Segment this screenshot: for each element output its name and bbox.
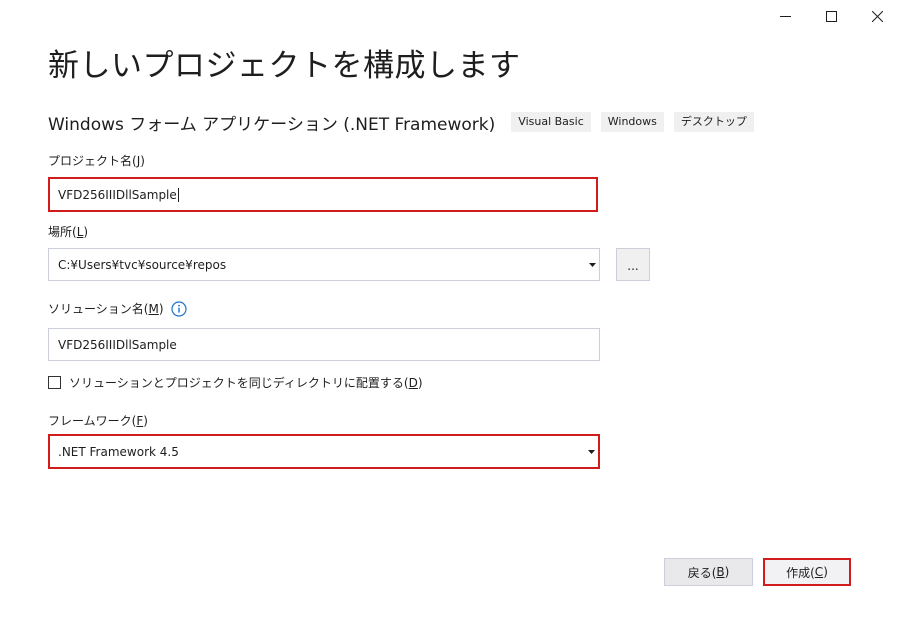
tag-windows: Windows [600,112,664,132]
same-directory-label: ソリューションとプロジェクトを同じディレクトリに配置する(D) [69,376,423,390]
location-label: 場所(L) [48,224,89,240]
framework-label: フレームワーク(F) [48,413,148,429]
maximize-button[interactable] [808,0,854,32]
location-dropdown-button[interactable] [585,249,599,280]
same-directory-checkbox[interactable] [48,376,61,389]
framework-select[interactable]: .NET Framework 4.5 [48,434,600,469]
minimize-icon [779,15,791,17]
minimize-button[interactable] [762,0,808,32]
project-name-input[interactable]: VFD256IIIDllSample [48,177,598,212]
text-caret [177,187,179,202]
back-button[interactable]: 戻る(B) [664,558,753,586]
create-button[interactable]: 作成(C) [763,558,851,586]
same-directory-option[interactable]: ソリューションとプロジェクトを同じディレクトリに配置する(D) [48,374,423,391]
solution-name-input[interactable]: VFD256IIIDllSample [48,328,600,361]
close-button[interactable] [854,0,900,32]
page-title: 新しいプロジェクトを構成します [48,48,521,84]
template-name: Windows フォーム アプリケーション (.NET Framework) [48,114,496,135]
solution-name-label: ソリューション名(M) [48,300,187,317]
browse-button[interactable]: ... [616,248,650,281]
template-info: Windows フォーム アプリケーション (.NET Framework) V… [48,110,764,135]
window-controls [762,0,900,32]
framework-dropdown-button[interactable] [584,436,598,467]
tag-desktop: デスクトップ [673,112,754,132]
tag-visual-basic: Visual Basic [511,112,591,132]
chevron-down-icon [588,262,596,267]
maximize-icon [825,10,837,22]
close-icon [871,10,883,22]
chevron-down-icon [587,449,595,454]
project-name-label: プロジェクト名(J) [48,153,145,169]
info-icon[interactable] [170,300,187,317]
location-combobox[interactable]: C:¥Users¥tvc¥source¥repos [48,248,600,281]
